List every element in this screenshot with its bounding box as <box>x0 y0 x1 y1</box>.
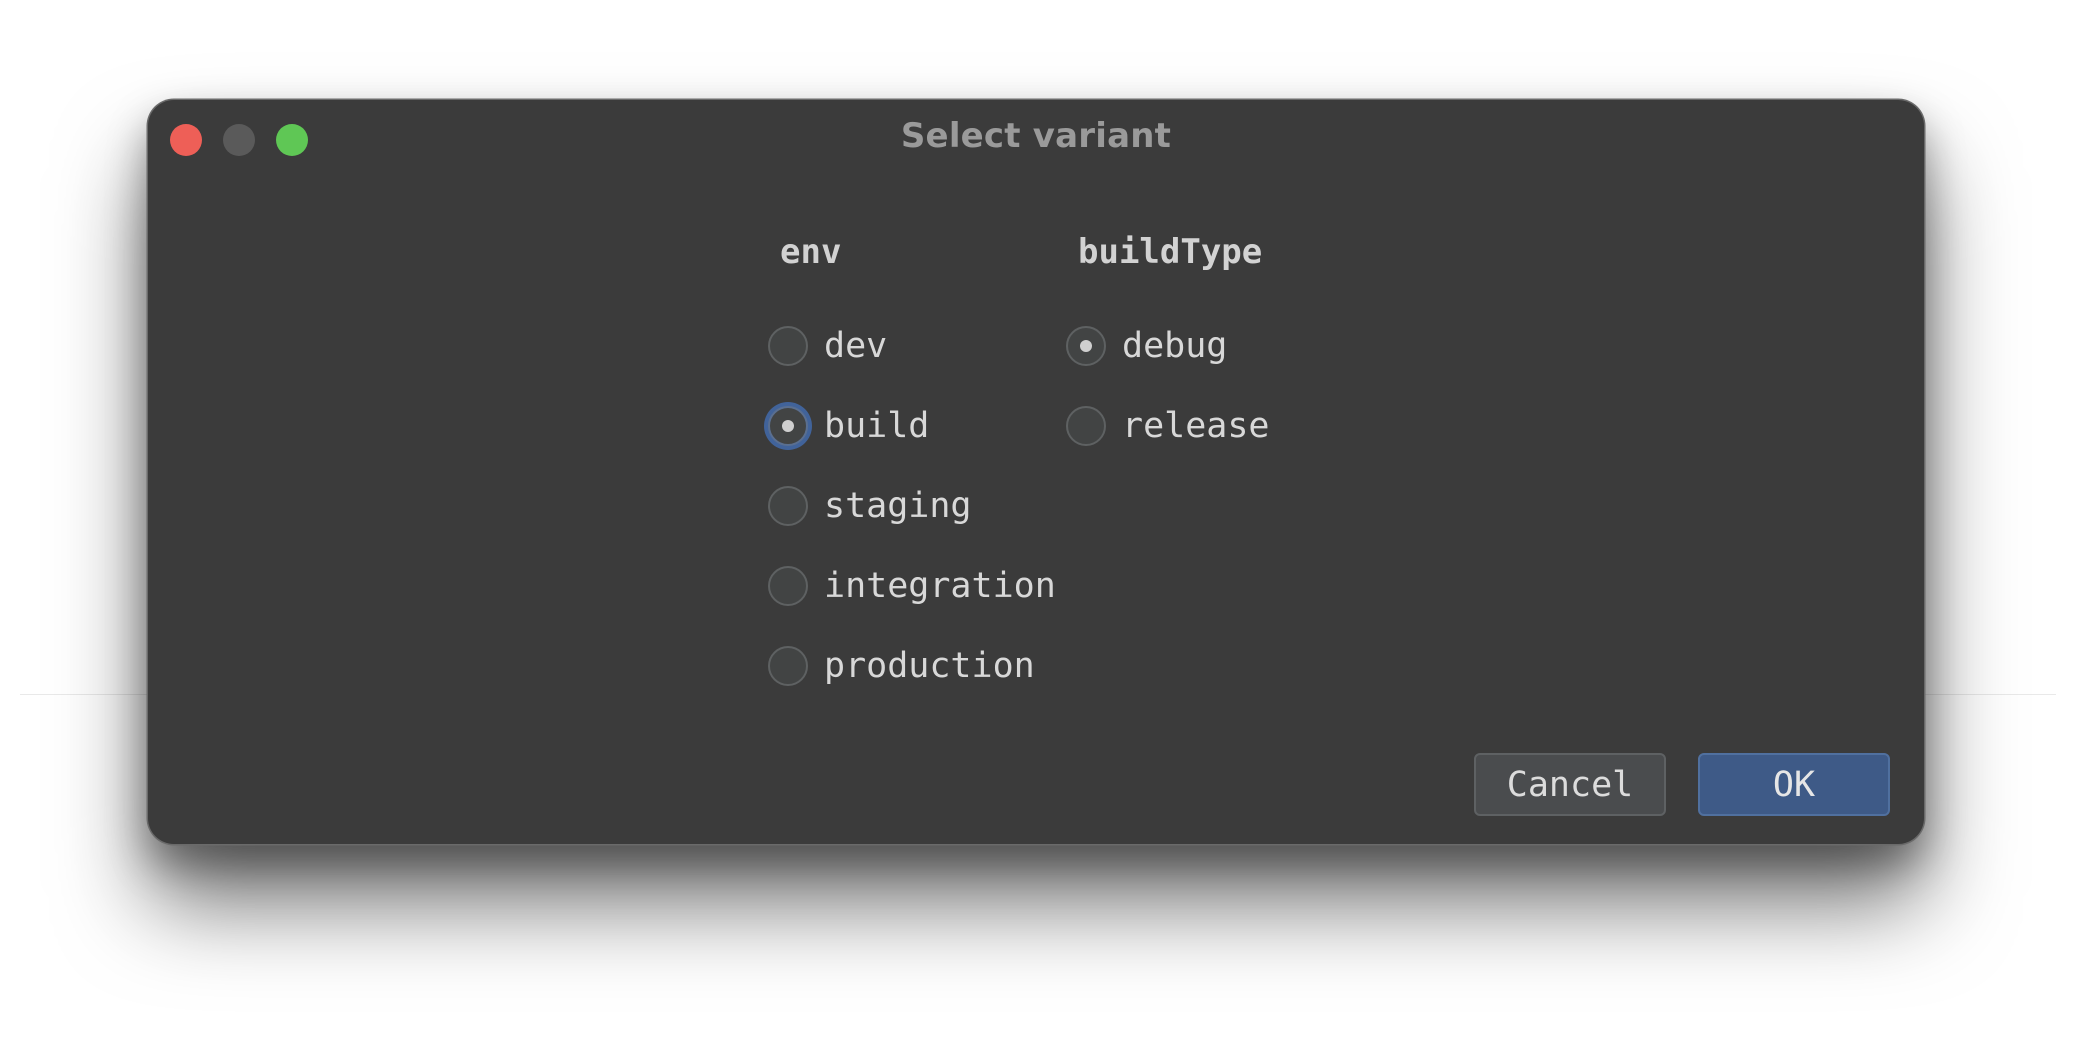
radio-button[interactable] <box>768 486 808 526</box>
radio-label: staging <box>824 486 972 526</box>
radio-label: release <box>1122 406 1270 446</box>
buildtype-group: buildType debug release <box>1066 232 1270 466</box>
radio-button-selected[interactable] <box>768 406 808 446</box>
env-option-build[interactable]: build <box>768 386 1056 466</box>
radio-label: integration <box>824 566 1056 606</box>
radio-label: debug <box>1122 326 1228 366</box>
radio-label: production <box>824 646 1035 686</box>
ok-button[interactable]: OK <box>1698 753 1890 816</box>
env-group: env dev build staging integration produc… <box>768 232 1056 706</box>
env-header: env <box>780 232 842 272</box>
select-variant-dialog: Select variant env dev build staging int… <box>148 100 1924 844</box>
env-option-staging[interactable]: staging <box>768 466 1056 546</box>
cancel-button[interactable]: Cancel <box>1474 753 1666 816</box>
dialog-title: Select variant <box>900 116 1172 156</box>
env-option-integration[interactable]: integration <box>768 546 1056 626</box>
env-option-production[interactable]: production <box>768 626 1056 706</box>
radio-label: build <box>824 406 930 446</box>
radio-label: dev <box>824 326 888 366</box>
radio-button-selected[interactable] <box>1066 326 1106 366</box>
radio-button[interactable] <box>768 566 808 606</box>
env-option-dev[interactable]: dev <box>768 306 1056 386</box>
radio-button[interactable] <box>768 326 808 366</box>
buildtype-option-release[interactable]: release <box>1066 386 1270 466</box>
buildtype-header: buildType <box>1078 232 1263 272</box>
title-bar: Select variant <box>148 100 1924 174</box>
buildtype-option-debug[interactable]: debug <box>1066 306 1270 386</box>
radio-button[interactable] <box>1066 406 1106 446</box>
radio-button[interactable] <box>768 646 808 686</box>
